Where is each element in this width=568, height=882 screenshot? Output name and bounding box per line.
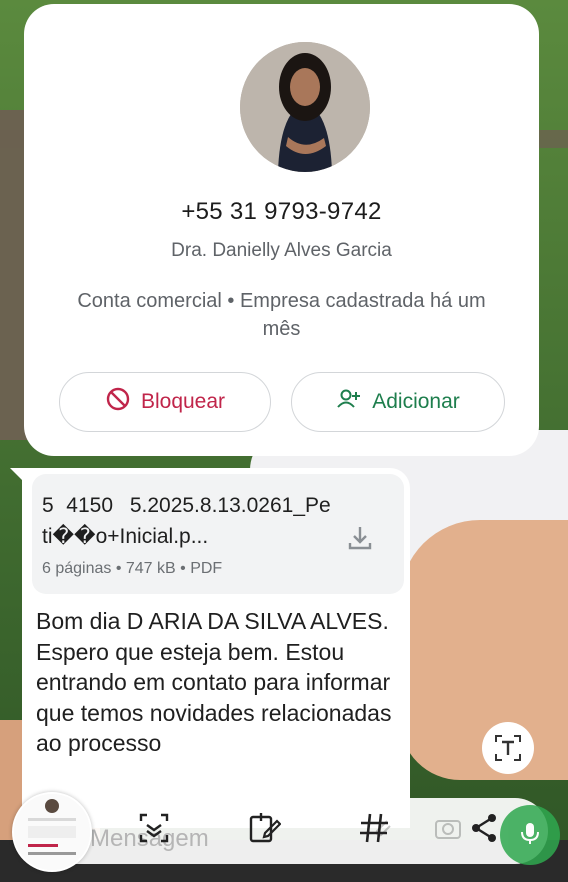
add-contact-button[interactable]: Adicionar bbox=[291, 372, 505, 432]
contact-phone: +55 31 9793-9742 bbox=[181, 198, 382, 225]
add-contact-icon bbox=[336, 386, 362, 418]
business-info: Conta comercial • Empresa cadastrada há … bbox=[77, 290, 486, 340]
camera-icon[interactable] bbox=[428, 808, 468, 848]
block-icon bbox=[105, 386, 131, 418]
add-contact-label: Adicionar bbox=[372, 390, 460, 413]
share-icon[interactable] bbox=[464, 808, 504, 848]
attach-icon[interactable] bbox=[362, 808, 402, 848]
download-icon[interactable] bbox=[346, 524, 374, 552]
block-label: Bloquear bbox=[140, 390, 226, 413]
document-attachment[interactable]: 5 4150 5.2025.8.13.0261_Peti��o+Inicial.… bbox=[32, 474, 404, 594]
edit-note-icon[interactable] bbox=[244, 808, 284, 848]
mic-button[interactable] bbox=[500, 805, 560, 865]
mic-icon bbox=[517, 820, 543, 851]
screenshot-thumbnail[interactable] bbox=[12, 792, 92, 872]
document-name: 5 4150 5.2025.8.13.0261_Peti��o+Inicial.… bbox=[42, 494, 331, 548]
message-text: Bom dia D ARIA DA SILVA ALVES. Espero qu… bbox=[36, 608, 392, 756]
contact-card: +55 31 9793-9742 Dra. Danielly Alves Gar… bbox=[24, 4, 539, 456]
block-button[interactable]: Bloquear bbox=[59, 372, 271, 432]
scan-icon[interactable] bbox=[134, 808, 174, 848]
contact-name: Dra. Danielly Alves Garcia bbox=[171, 240, 392, 261]
text-select-icon[interactable] bbox=[482, 722, 534, 774]
contact-avatar[interactable] bbox=[240, 42, 370, 172]
document-meta: 6 páginas • 747 kB • PDF bbox=[42, 560, 223, 577]
